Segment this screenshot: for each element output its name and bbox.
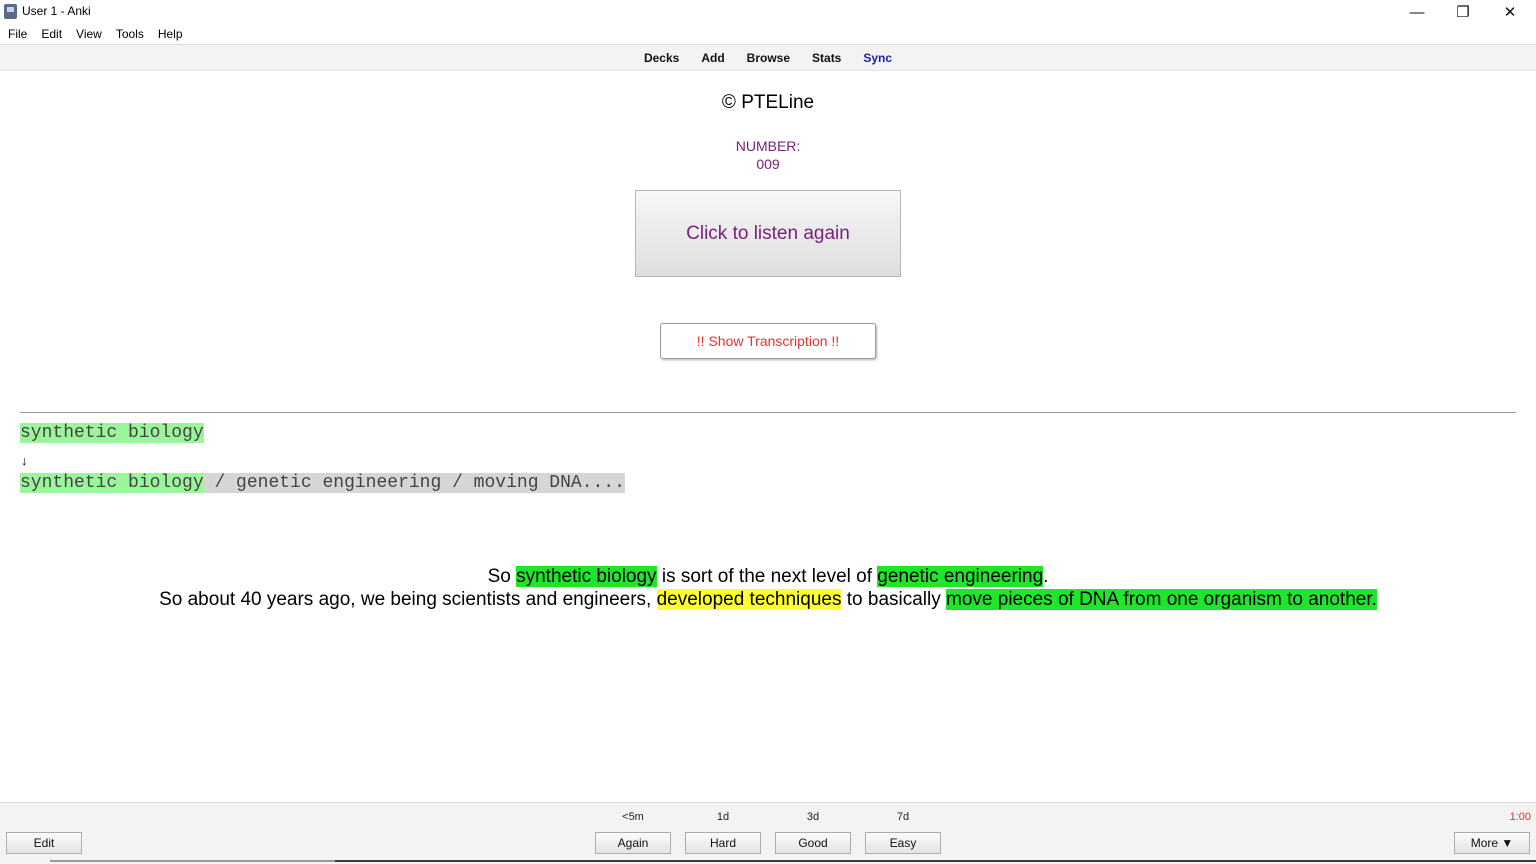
keyword-highlight: synthetic biology [20,423,204,443]
card-content: © PTELine NUMBER: 009 Click to listen ag… [0,71,1536,802]
close-button[interactable]: ✕ [1487,0,1533,24]
transcript-text: So about 40 years ago, we being scientis… [159,589,657,610]
listen-again-button[interactable]: Click to listen again [635,190,901,277]
review-bottom-bar: Edit <5m 1d 3d 7d Again Hard Good Easy 1… [0,802,1536,864]
good-interval: 3d [806,811,820,823]
number-value: 009 [756,156,780,172]
review-timer: 1:00 [1509,811,1531,823]
minimize-button[interactable]: — [1394,0,1440,24]
sync-link[interactable]: Sync [863,51,892,65]
easy-interval: 7d [896,811,910,823]
anki-app-icon [4,4,17,19]
copyright-text: © PTELine [721,92,815,113]
taskbar-edge [0,860,1536,864]
number-label: NUMBER: [735,138,801,154]
show-transcription-button[interactable]: !! Show Transcription !! [660,323,876,359]
answer-divider [20,412,1516,413]
menu-help[interactable]: Help [158,24,183,44]
edit-button[interactable]: Edit [6,832,82,854]
menu-file[interactable]: File [8,24,27,44]
transcript: So synthetic biology is sort of the next… [0,565,1536,611]
browse-link[interactable]: Browse [747,51,790,65]
easy-button[interactable]: Easy [865,832,941,854]
keyword-line: synthetic biology [20,423,204,443]
card-number: NUMBER: 009 [0,137,1536,173]
keyword-expansion-line: synthetic biology / genetic engineering … [20,473,625,493]
main-toolbar: Decks Add Browse Stats Sync [0,44,1536,71]
transcript-highlight: synthetic biology [516,566,657,587]
transcript-highlight: developed techniques [656,589,842,610]
again-interval: <5m [622,811,644,823]
good-button[interactable]: Good [775,832,851,854]
hard-interval: 1d [716,811,730,823]
menu-tools[interactable]: Tools [116,24,144,44]
window-title: User 1 - Anki [22,4,91,18]
keyword-expansion-highlight: synthetic biology [20,473,204,493]
menu-bar: File Edit View Tools Help [0,24,1536,44]
decks-link[interactable]: Decks [644,51,679,65]
transcript-text: So [487,566,517,587]
restore-button[interactable]: ❐ [1440,0,1486,24]
add-link[interactable]: Add [701,51,724,65]
stats-link[interactable]: Stats [812,51,841,65]
transcript-text: . [1043,566,1049,587]
more-button[interactable]: More ▼ [1454,832,1530,854]
menu-view[interactable]: View [76,24,102,44]
hard-button[interactable]: Hard [685,832,761,854]
transcript-highlight: move pieces of DNA from one organism to … [946,589,1377,610]
menu-edit[interactable]: Edit [41,24,62,44]
transcript-line-2: So about 40 years ago, we being scientis… [0,588,1536,611]
transcript-text: is sort of the next level of [656,566,878,587]
transcript-line-1: So synthetic biology is sort of the next… [0,565,1536,588]
transcript-highlight: genetic engineering [877,566,1044,587]
title-bar: User 1 - Anki — ❐ ✕ [0,0,1536,24]
keyword-expansion-rest: / genetic engineering / moving DNA.... [203,473,625,493]
down-arrow-icon: ↓ [21,453,28,468]
transcript-text: to basically [841,589,947,610]
again-button[interactable]: Again [595,832,671,854]
